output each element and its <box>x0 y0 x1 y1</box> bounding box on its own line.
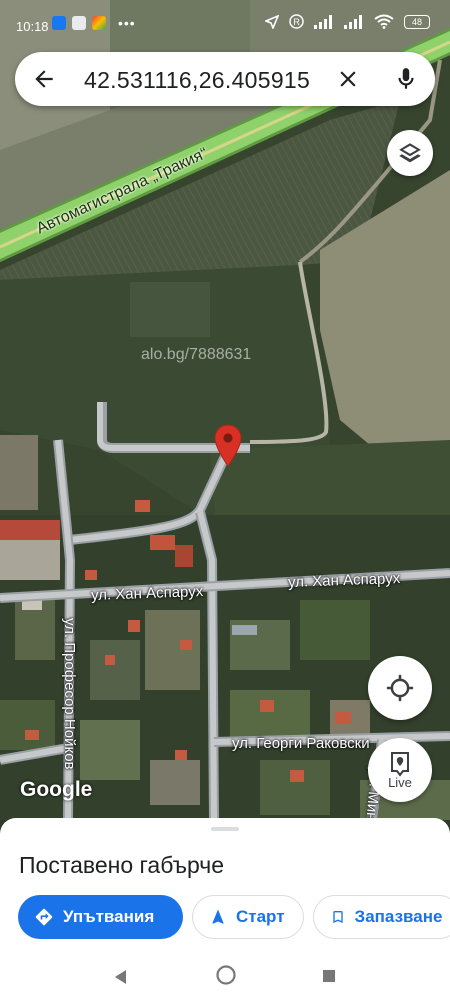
status-time: 10:18 <box>16 19 49 34</box>
live-view-pin-icon <box>391 751 409 777</box>
home-circle-icon[interactable] <box>215 964 237 986</box>
directions-button[interactable]: Упътвания <box>18 895 183 939</box>
map-watermark: alo.bg/7888631 <box>141 346 252 363</box>
save-label: Запазване <box>354 907 443 926</box>
bookmark-icon <box>332 911 343 923</box>
back-arrow-icon[interactable] <box>31 66 57 92</box>
my-location-button[interactable] <box>368 656 432 720</box>
place-title: Поставено габърче <box>19 852 225 878</box>
directions-icon <box>35 908 53 926</box>
google-logo: Google <box>20 778 93 801</box>
microphone-icon[interactable] <box>393 65 419 93</box>
place-bottom-sheet[interactable]: Поставено габърче Упътвания Старт Запазв… <box>0 818 450 958</box>
signal-icon <box>314 14 332 29</box>
svg-text:R: R <box>293 17 300 27</box>
navigation-arrow-icon <box>212 909 224 924</box>
search-bar[interactable]: 42.531116,26.405915 <box>15 52 435 106</box>
location-pin-icon[interactable] <box>214 424 242 468</box>
street-label-georgi-rakovski: ул. Георги Раковски <box>232 735 370 752</box>
crosshair-icon <box>386 674 414 702</box>
notification-icons <box>52 16 106 30</box>
location-arrow-icon <box>265 14 279 29</box>
street-label-profesor: ул. Професор Нойков <box>61 618 78 770</box>
live-label: Live <box>388 774 412 790</box>
sheet-drag-handle[interactable] <box>211 827 239 831</box>
directions-label: Упътвания <box>63 907 155 926</box>
start-label: Старт <box>236 907 285 926</box>
more-notifications-icon: ••• <box>118 15 136 31</box>
start-button[interactable]: Старт <box>192 895 304 939</box>
layers-button[interactable] <box>387 130 433 176</box>
recents-square-icon[interactable] <box>322 969 336 983</box>
app-notification-icon <box>72 16 86 30</box>
registered-icon: R <box>289 14 304 29</box>
photos-icon <box>92 16 106 30</box>
back-triangle-icon[interactable] <box>112 968 128 986</box>
signal-2-icon <box>344 14 362 29</box>
place-actions: Упътвания Старт Запазване <box>18 895 450 939</box>
search-query[interactable]: 42.531116,26.405915 <box>84 67 310 94</box>
close-icon[interactable] <box>335 66 361 92</box>
messenger-icon <box>52 16 66 30</box>
wifi-icon <box>374 14 394 29</box>
layers-icon <box>399 143 421 163</box>
status-bar: 10:18 ••• R 48 <box>0 0 450 52</box>
save-button[interactable]: Запазване <box>312 895 450 939</box>
live-view-button[interactable]: Live <box>368 738 432 802</box>
system-nav-bar <box>0 958 450 1000</box>
battery-icon: 48 <box>404 14 430 29</box>
